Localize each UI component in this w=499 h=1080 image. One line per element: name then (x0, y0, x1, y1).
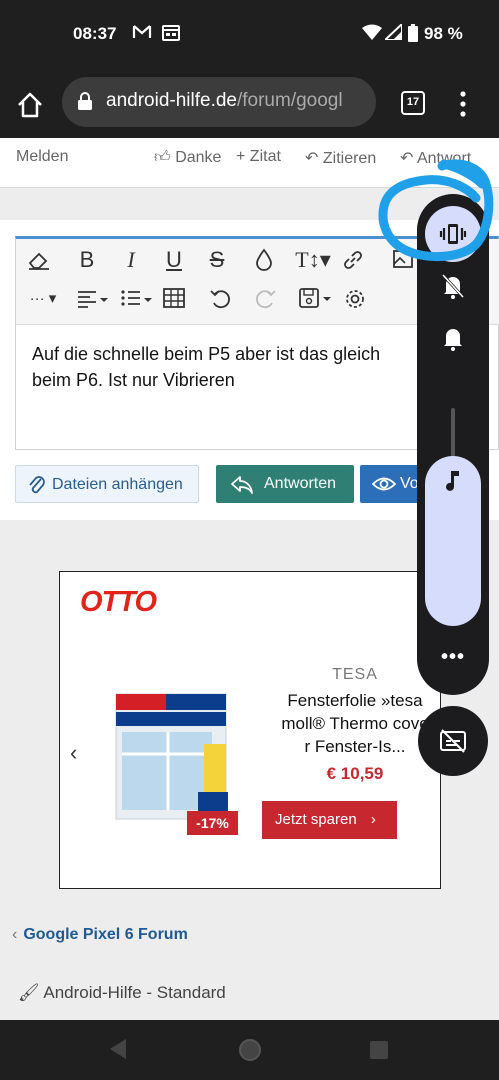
list-icon[interactable] (116, 287, 158, 315)
table-icon[interactable] (159, 288, 189, 314)
underline-icon[interactable]: U (159, 247, 189, 273)
carousel-prev-icon[interactable]: ‹ (70, 740, 77, 766)
home-icon[interactable] (14, 89, 46, 121)
url-text: android-hilfe.de/forum/googl (106, 90, 343, 112)
url-domain: android-hilfe.de (106, 90, 237, 111)
chevron-right-icon: › (370, 811, 376, 828)
cite-label: Zitieren (322, 150, 377, 167)
annotation-circle-scribble (378, 159, 494, 262)
gmail-icon (132, 24, 152, 45)
italic-icon[interactable]: I (116, 247, 146, 273)
volume-slider-track (451, 408, 455, 463)
breadcrumb[interactable]: ‹ Google Pixel 6 Forum (12, 926, 188, 944)
address-bar[interactable]: android-hilfe.de/forum/googl (62, 77, 376, 127)
browser-toolbar: android-hilfe.de/forum/googl 17 (0, 72, 499, 138)
battery-icon (408, 24, 418, 47)
paintbrush-icon: 🖌︎ (18, 983, 40, 1002)
style-chooser-link[interactable]: 🖌︎ Android-Hilfe - Standard (18, 983, 226, 1003)
paperclip-icon (28, 466, 46, 519)
strikethrough-icon[interactable]: S (202, 247, 232, 273)
save-draft-icon[interactable] (294, 287, 338, 315)
back-icon[interactable] (108, 1038, 128, 1065)
ad-product-line-1: Fensterfolie »tesa (287, 691, 423, 710)
reply-button[interactable]: Antworten (216, 465, 354, 503)
ad-price: € 10,59 (326, 764, 384, 783)
eraser-icon[interactable] (24, 249, 54, 277)
cite-link[interactable]: ↶ Zitieren (305, 148, 376, 168)
quote-label: Zitat (249, 148, 281, 165)
breadcrumb-label: Google Pixel 6 Forum (23, 926, 188, 943)
report-link[interactable]: Melden (16, 148, 68, 166)
system-navigation-bar (0, 1020, 499, 1080)
ad-cta-button[interactable]: Jetzt sparen › (262, 801, 397, 839)
more-options-icon[interactable]: ··· ▾ (24, 289, 62, 307)
advertisement[interactable]: OTTO ‹ -17% TESA Fensterfolie »tesa moll… (59, 571, 441, 889)
eye-icon (371, 465, 397, 518)
plus-icon: + (236, 148, 246, 165)
bell-off-icon[interactable] (440, 272, 466, 305)
battery-percent: 98 % (424, 24, 463, 43)
align-icon[interactable] (72, 287, 114, 315)
music-note-icon (446, 471, 459, 491)
reply-label: Antworten (264, 475, 337, 492)
tab-switcher-button[interactable]: 17 (401, 91, 425, 115)
discount-badge: -17% (187, 811, 238, 835)
color-drop-icon[interactable] (249, 248, 279, 278)
thumbs-up-icon: 👍︎ (154, 149, 171, 166)
thanks-link[interactable]: 👍︎ Danke (154, 148, 221, 167)
reply-icon (230, 465, 254, 518)
bold-icon[interactable]: B (72, 247, 102, 273)
bell-icon[interactable] (440, 324, 466, 357)
captions-off-icon (440, 729, 466, 753)
lock-icon (78, 92, 92, 110)
font-size-icon[interactable]: T↕▾ (289, 247, 337, 273)
volume-more-icon[interactable]: ••• (441, 646, 465, 669)
product-image (108, 684, 238, 824)
status-time: 08:37 (73, 24, 117, 43)
reply-arrow-icon: ↶ (305, 150, 319, 167)
redo-icon[interactable] (250, 287, 280, 317)
ad-cta-label: Jetzt sparen (275, 811, 357, 828)
style-chooser-label: Android-Hilfe - Standard (43, 983, 226, 1002)
media-volume-slider[interactable] (425, 456, 481, 626)
link-icon[interactable] (338, 248, 368, 278)
live-caption-button[interactable] (418, 706, 488, 776)
settings-gear-icon[interactable] (340, 288, 370, 316)
calendar-icon (162, 24, 180, 46)
url-path: /forum/googl (236, 90, 343, 111)
signal-icon (382, 21, 403, 45)
status-bar: 08:37 98 % (0, 0, 499, 72)
undo-icon[interactable] (206, 287, 236, 317)
recents-icon[interactable] (369, 1040, 389, 1065)
preview-label: Vo (400, 475, 419, 492)
otto-logo: OTTO (80, 586, 157, 618)
home-nav-icon[interactable] (237, 1037, 263, 1068)
attach-files-label: Dateien anhängen (52, 476, 183, 493)
quote-link[interactable]: + Zitat (236, 148, 281, 166)
chevron-left-icon: ‹ (12, 926, 18, 943)
wifi-icon (362, 24, 382, 45)
attach-files-button[interactable]: Dateien anhängen (15, 465, 199, 503)
overflow-menu-icon[interactable] (455, 86, 471, 122)
thanks-label: Danke (175, 149, 222, 166)
